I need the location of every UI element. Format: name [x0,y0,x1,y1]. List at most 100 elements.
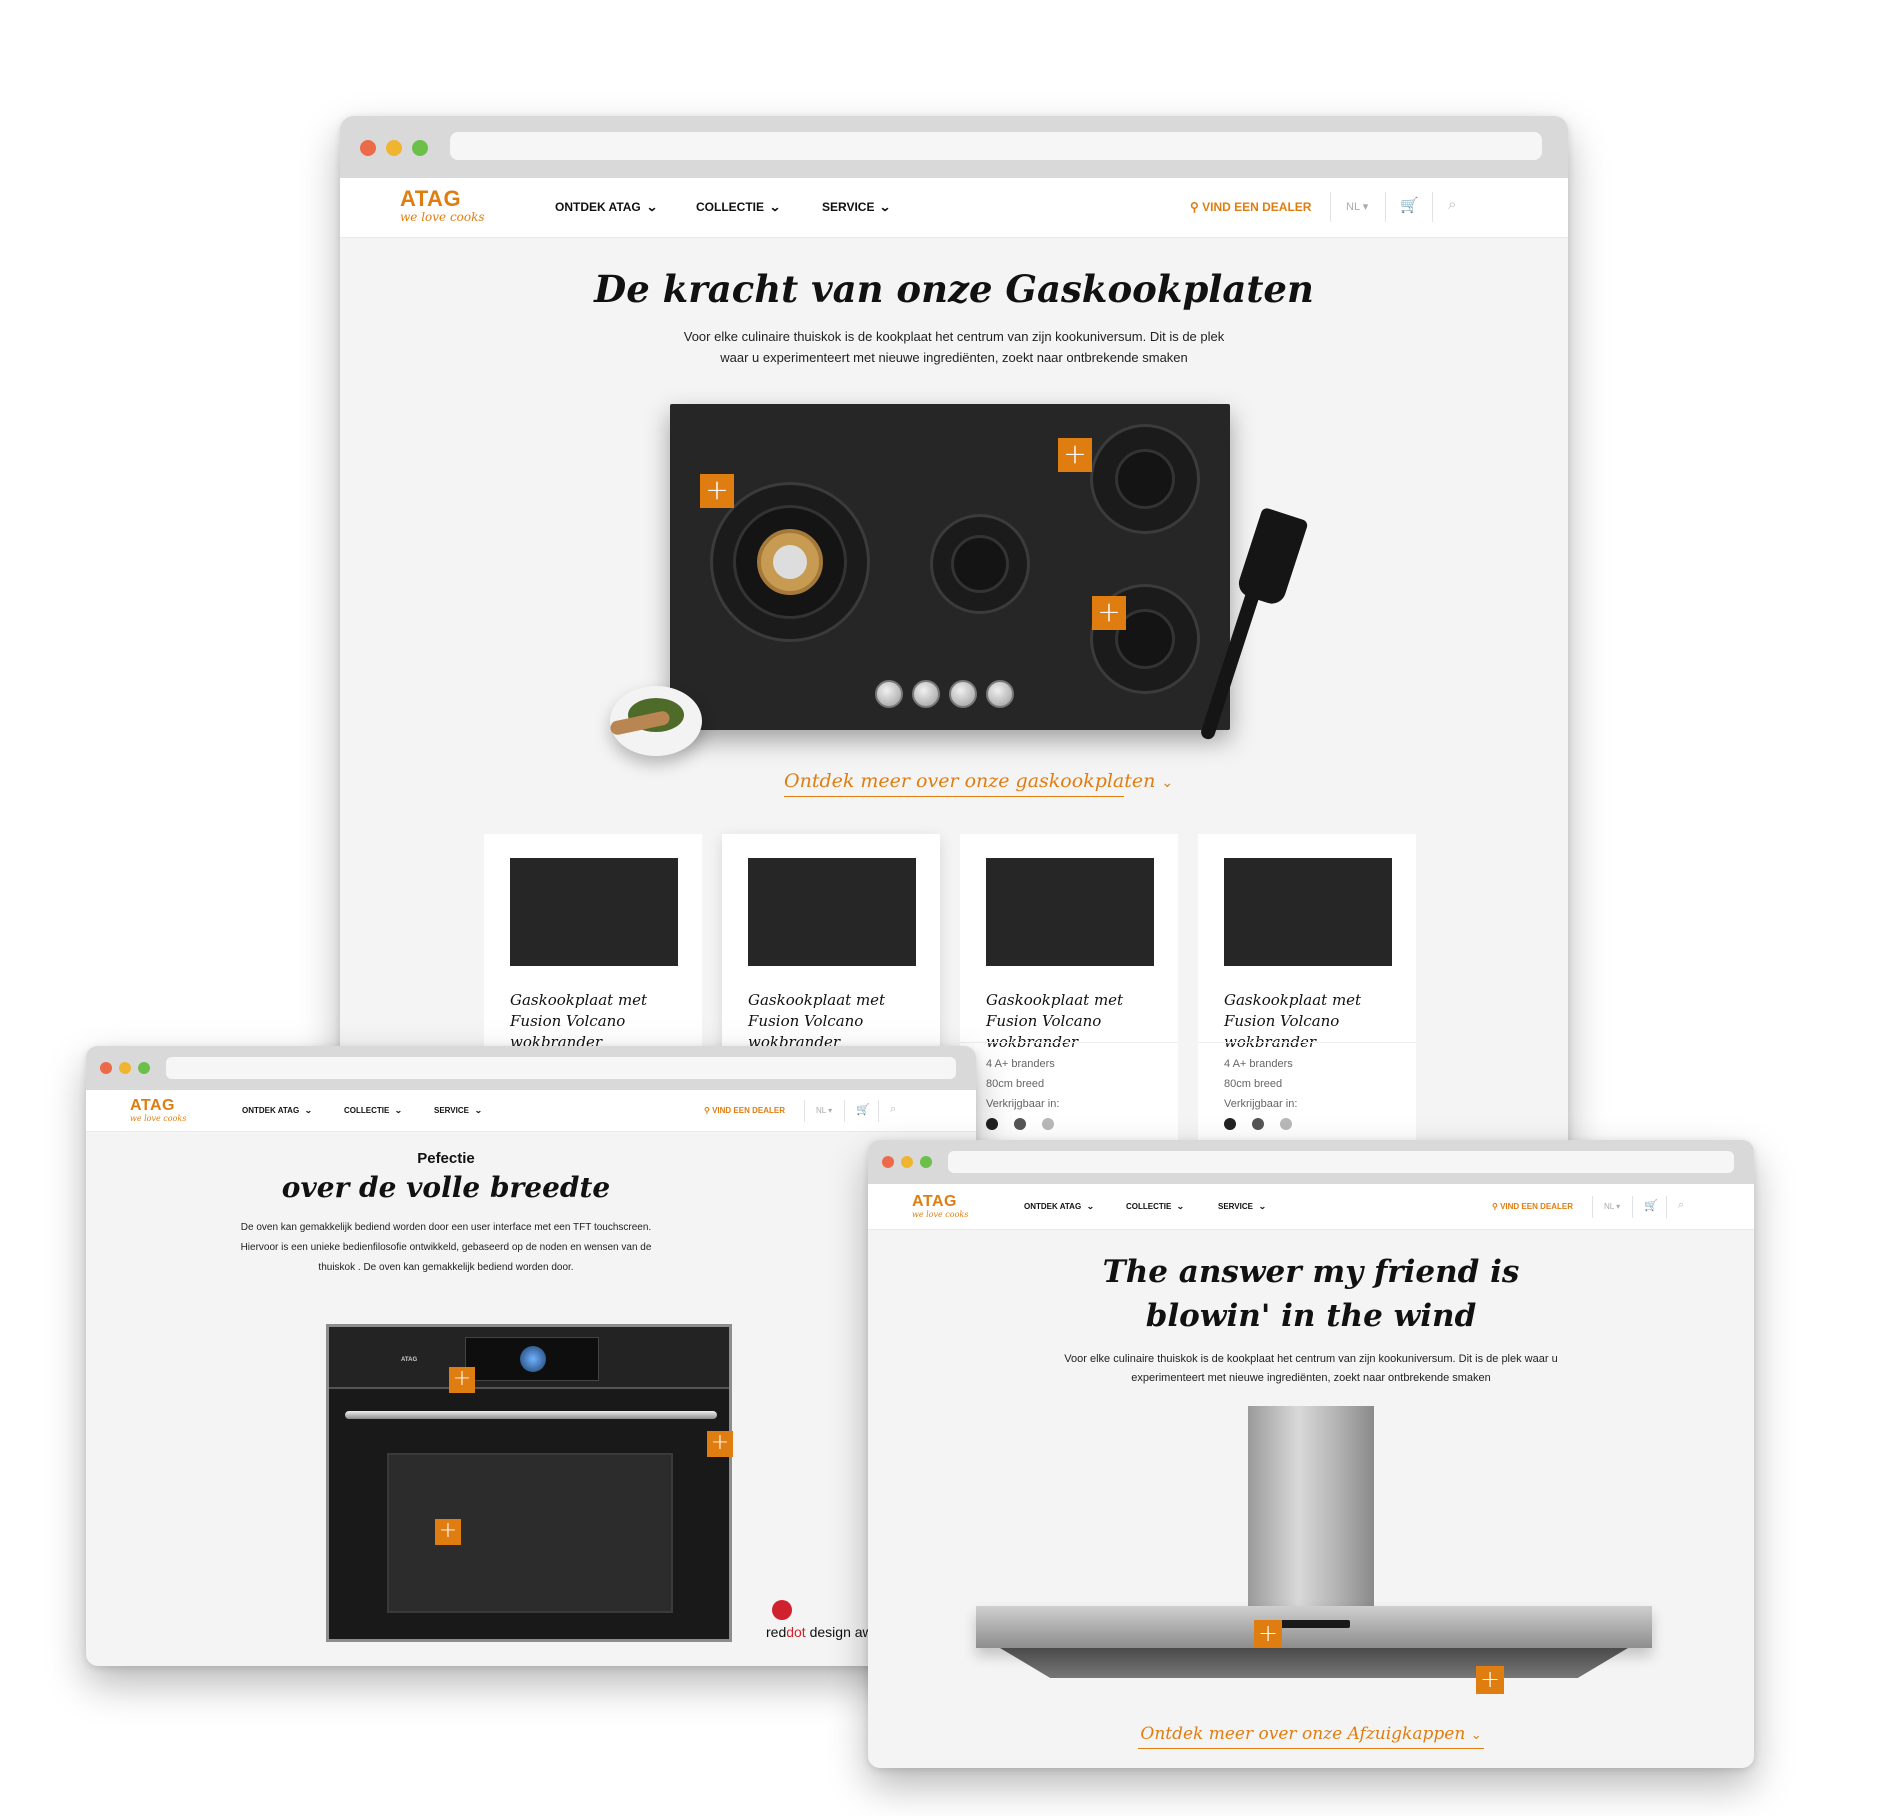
product-title: Gaskookplaat met Fusion Volcano wokbrand… [748,991,886,1051]
tft-screen[interactable] [465,1337,599,1381]
nav-ontdek-atag[interactable]: ONTDEK ATAG ⌄ [1024,1202,1095,1211]
mortar-image [609,686,702,756]
find-dealer-link[interactable]: ⚲ VIND EEN DEALER [1492,1202,1573,1211]
divider [1632,1196,1633,1218]
search-icon[interactable]: ⌕ [890,1103,896,1116]
page-title: The answer my friend is blowin' in the w… [1102,1254,1520,1334]
language-select[interactable]: NL ▾ [1604,1202,1620,1211]
search-icon[interactable]: ⌕ [1678,1199,1684,1212]
oven-brand: ATAG [401,1357,418,1363]
nav-service[interactable]: SERVICE ⌄ [822,200,892,214]
color-swatch[interactable] [1224,1118,1236,1130]
find-dealer-link[interactable]: ⚲ VIND EEN DEALER [704,1106,785,1115]
chevron-down-icon: ⌄ [645,200,658,214]
site-header: ATAG we love cooks ONTDEK ATAG ⌄ COLLECTI… [86,1090,976,1132]
hood-underside [1000,1648,1628,1678]
close-window-dot[interactable] [360,140,376,156]
search-icon[interactable]: ⌕ [1448,196,1456,213]
cart-icon[interactable]: 🛒 [1644,1199,1658,1212]
atag-logo[interactable]: ATAG we love cooks [912,1194,968,1220]
oven-handle[interactable] [345,1411,717,1419]
plus-hotspot-icon[interactable]: + [700,474,734,508]
control-knob[interactable] [949,680,977,708]
oven-window [387,1453,673,1613]
color-swatch[interactable] [1252,1118,1264,1130]
language-select[interactable]: NL ▾ [1346,200,1368,213]
atag-logo[interactable]: ATAG we love cooks [130,1098,186,1124]
atag-logo[interactable]: ATAG we love cooks [400,188,485,225]
address-bar[interactable] [166,1057,956,1079]
maximize-window-dot[interactable] [412,140,428,156]
chevron-down-icon: ⌄ [1086,1202,1095,1211]
nav-service[interactable]: SERVICE ⌄ [1218,1202,1266,1211]
location-pin-icon: ⚲ [704,1106,713,1115]
burner-top-right [1090,424,1200,534]
cart-icon[interactable]: 🛒 [856,1103,870,1116]
discover-hoods-link[interactable]: Ontdek meer over onze Afzuigkappen ⌄ [1138,1724,1484,1749]
nav-ontdek-atag[interactable]: ONTDEK ATAG ⌄ [242,1106,313,1115]
minimize-window-dot[interactable] [386,140,402,156]
minimize-window-dot[interactable] [901,1156,913,1168]
wok-burner [710,482,870,642]
close-window-dot[interactable] [100,1062,112,1074]
intro-text: Voor elke culinaire thuiskok is de kookp… [683,329,1225,365]
nav-ontdek-atag[interactable]: ONTDEK ATAG ⌄ [555,200,658,214]
divider [1666,1196,1667,1218]
control-knob[interactable] [986,680,1014,708]
divider [1385,192,1386,222]
chevron-down-icon: ⌄ [879,200,892,214]
color-swatch[interactable] [1042,1118,1054,1130]
plus-hotspot-icon[interactable]: + [1058,438,1092,472]
plus-hotspot-icon[interactable]: + [707,1431,733,1457]
cart-icon[interactable]: 🛒 [1400,196,1419,214]
control-knob[interactable] [912,680,940,708]
address-bar[interactable] [450,132,1542,160]
find-dealer-link[interactable]: ⚲ VIND EEN DEALER [1190,200,1311,214]
divider [1592,1196,1593,1218]
nav-collectie[interactable]: COLLECTIE ⌄ [344,1106,403,1115]
divider [804,1100,805,1122]
discover-hobs-link[interactable]: Ontdek meer over onze gaskookplaten ⌄ [784,770,1173,797]
nav-collectie[interactable]: COLLECTIE ⌄ [696,200,781,214]
plus-hotspot-icon[interactable]: + [1092,596,1126,630]
browser-window-hobs: ATAG we love cooks ONTDEK ATAG ⌄ COLLECTI… [340,116,1568,1196]
reddot-award: reddot design awa [766,1600,880,1640]
color-swatch[interactable] [1280,1118,1292,1130]
plus-hotspot-icon[interactable]: + [435,1519,461,1545]
product-title: Gaskookplaat met Fusion Volcano wokbrand… [1224,991,1362,1051]
site-header: ATAG we love cooks ONTDEK ATAG ⌄ COLLECTI… [340,178,1568,238]
control-knob[interactable] [875,680,903,708]
browser-chrome [86,1046,976,1090]
spec-available: Verkrijgbaar in: [986,1098,1060,1110]
product-image [510,858,678,966]
range-hood-image [976,1606,1652,1648]
product-image [748,858,916,966]
plus-hotspot-icon[interactable]: + [449,1367,475,1393]
location-pin-icon: ⚲ [1492,1202,1501,1211]
color-swatch[interactable] [986,1118,998,1130]
product-title: Gaskookplaat met Fusion Volcano wokbrand… [510,991,648,1051]
hood-controls[interactable] [1280,1620,1350,1628]
maximize-window-dot[interactable] [920,1156,932,1168]
page-title: De kracht van onze Gaskookplaten [594,267,1314,311]
divider [878,1100,879,1122]
burner-center [930,514,1030,614]
nav-service[interactable]: SERVICE ⌄ [434,1106,482,1115]
plus-hotspot-icon[interactable]: + [1254,1620,1282,1648]
browser-window-oven: ATAG we love cooks ONTDEK ATAG ⌄ COLLECTI… [86,1046,976,1666]
minimize-window-dot[interactable] [119,1062,131,1074]
color-swatch[interactable] [1014,1118,1026,1130]
oven-image: ATAG + + + [326,1324,733,1642]
chevron-down-icon: ⌄ [1258,1202,1267,1211]
intro-text: Voor elke culinaire thuiskok is de kookp… [1064,1353,1558,1384]
address-bar[interactable] [948,1151,1734,1173]
nav-collectie[interactable]: COLLECTIE ⌄ [1126,1202,1185,1211]
spec-burners: 4 A+ branders [1224,1058,1293,1070]
section-kicker: Pefectie [417,1150,475,1167]
maximize-window-dot[interactable] [138,1062,150,1074]
spec-width: 80cm breed [1224,1078,1283,1090]
browser-chrome [340,116,1568,178]
plus-hotspot-icon[interactable]: + [1476,1666,1504,1694]
close-window-dot[interactable] [882,1156,894,1168]
language-select[interactable]: NL ▾ [816,1106,832,1115]
